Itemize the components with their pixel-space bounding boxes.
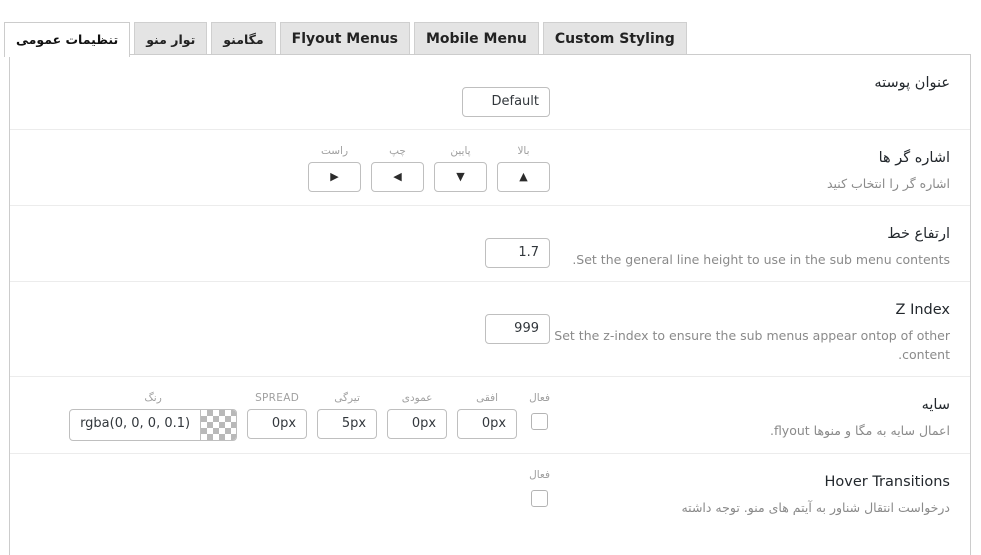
field-label: افقی — [476, 392, 499, 404]
tab-4[interactable]: Mobile Menu — [414, 22, 539, 57]
field-group: تیرگی 5px — [317, 391, 378, 439]
tab-5[interactable]: Custom Styling — [542, 22, 687, 57]
field-label: فعال — [529, 392, 550, 404]
settings-page: تنظیمات عمومی توار منو مگامنو Flyout Menus M… — [0, 0, 981, 555]
settings-row: Hover Transitions درخواست انتقال شناور به… — [10, 454, 970, 529]
row-description: درخواست انتقال شناور به آیتم های منو. تو… — [681, 500, 950, 515]
settings-row: ارتفاع خط Set the general line height to … — [10, 206, 970, 282]
row-description: اشاره گر را انتخاب کنید — [826, 176, 950, 191]
field-group: فعال — [529, 468, 550, 507]
field-label: فعال — [529, 469, 550, 481]
text-input[interactable]: 1.7 — [485, 238, 550, 268]
field-group: 1.7 — [485, 220, 550, 268]
text-input[interactable]: 5px — [317, 409, 378, 439]
settings-row: سایه اعمال سایه به مگا و منوها flyout. رنگ… — [10, 377, 970, 454]
settings-row: عنوان پوسته Default — [10, 55, 970, 130]
field-group: 999 — [485, 296, 550, 344]
row-info: ارتفاع خط Set the general line height to … — [550, 218, 950, 269]
row-info: عنوان پوسته — [550, 67, 950, 99]
text-input[interactable]: 0px — [457, 409, 518, 439]
field-label — [485, 296, 550, 310]
field-group: پایین ▼ — [434, 144, 487, 192]
row-description: Set the z-index to ensure the sub menus … — [554, 328, 950, 362]
text-input[interactable]: 999 — [485, 314, 550, 344]
row-info: Z Index Set the z-index to ensure the sub… — [550, 294, 950, 364]
field-label — [485, 220, 550, 234]
field-group: رنگ rgba(0, 0, 0, 0.1) — [69, 391, 238, 441]
row-fields: 999 — [20, 294, 550, 344]
settings-panel: عنوان پوسته Default اشاره گر ها اشاره گر را… — [9, 54, 971, 555]
field-label: عمودی — [401, 392, 433, 404]
tab-1[interactable]: توار منو — [134, 22, 208, 57]
row-title: عنوان پوسته — [874, 75, 950, 91]
field-label: رنگ — [144, 392, 162, 404]
row-info: سایه اعمال سایه به مگا و منوها flyout. — [550, 389, 950, 440]
text-input[interactable]: 0px — [387, 409, 448, 439]
tab-0[interactable]: تنظیمات عمومی — [4, 22, 131, 57]
row-fields: فعال — [20, 466, 550, 507]
color-value[interactable]: rgba(0, 0, 0, 0.1) — [70, 410, 200, 440]
field-group: چپ ◀ — [371, 144, 424, 192]
field-label: SPREAD — [255, 392, 300, 404]
enable-checkbox[interactable] — [531, 413, 549, 430]
field-group: بالا ▲ — [497, 144, 550, 192]
row-description: اعمال سایه به مگا و منوها flyout. — [769, 423, 950, 438]
text-input[interactable]: 0px — [247, 409, 308, 439]
field-label: بالا — [517, 145, 530, 157]
settings-row: اشاره گر ها اشاره گر را انتخاب کنید راست ▶ چ… — [10, 130, 970, 206]
row-fields: رنگ rgba(0, 0, 0, 0.1) SPREAD 0px تیرگی 5px عم… — [20, 389, 550, 441]
field-group: عمودی 0px — [387, 391, 448, 439]
arrow-icon-button[interactable]: ▶ — [308, 162, 361, 192]
field-group: افقی 0px — [457, 391, 518, 439]
field-label: چپ — [389, 145, 406, 157]
tab-2[interactable]: مگامنو — [211, 22, 276, 57]
row-fields: Default — [20, 67, 550, 117]
row-title: سایه — [921, 397, 950, 413]
field-label — [462, 69, 550, 83]
color-swatch-icon[interactable] — [200, 410, 237, 440]
row-title: ارتفاع خط — [887, 226, 950, 242]
row-title: Z Index — [895, 302, 950, 318]
field-label: پایین — [450, 145, 471, 157]
field-group: SPREAD 0px — [247, 391, 308, 439]
row-description: Set the general line height to use in th… — [572, 252, 950, 267]
field-label: راست — [320, 145, 349, 157]
field-label: تیرگی — [334, 392, 360, 404]
enable-checkbox[interactable] — [531, 490, 549, 507]
arrow-icon-button[interactable]: ▼ — [434, 162, 487, 192]
field-group: راست ▶ — [308, 144, 361, 192]
color-picker[interactable]: rgba(0, 0, 0, 0.1) — [69, 409, 238, 441]
row-info: Hover Transitions درخواست انتقال شناور به… — [550, 466, 950, 517]
settings-row: Z Index Set the z-index to ensure the sub… — [10, 282, 970, 377]
tab-bar: تنظیمات عمومی توار منو مگامنو Flyout Menus M… — [0, 0, 981, 57]
row-fields: 1.7 — [20, 218, 550, 268]
arrow-icon-button[interactable]: ▲ — [497, 162, 550, 192]
arrow-icon-button[interactable]: ◀ — [371, 162, 424, 192]
field-group: فعال — [529, 391, 550, 430]
row-title: Hover Transitions — [824, 474, 950, 490]
row-title: اشاره گر ها — [878, 150, 950, 166]
row-info: اشاره گر ها اشاره گر را انتخاب کنید — [550, 142, 950, 193]
field-group: Default — [462, 69, 550, 117]
row-fields: راست ▶ چپ ◀ پایین ▼ بالا ▲ — [20, 142, 550, 192]
select-input[interactable]: Default — [462, 87, 550, 117]
tab-3[interactable]: Flyout Menus — [279, 22, 410, 57]
